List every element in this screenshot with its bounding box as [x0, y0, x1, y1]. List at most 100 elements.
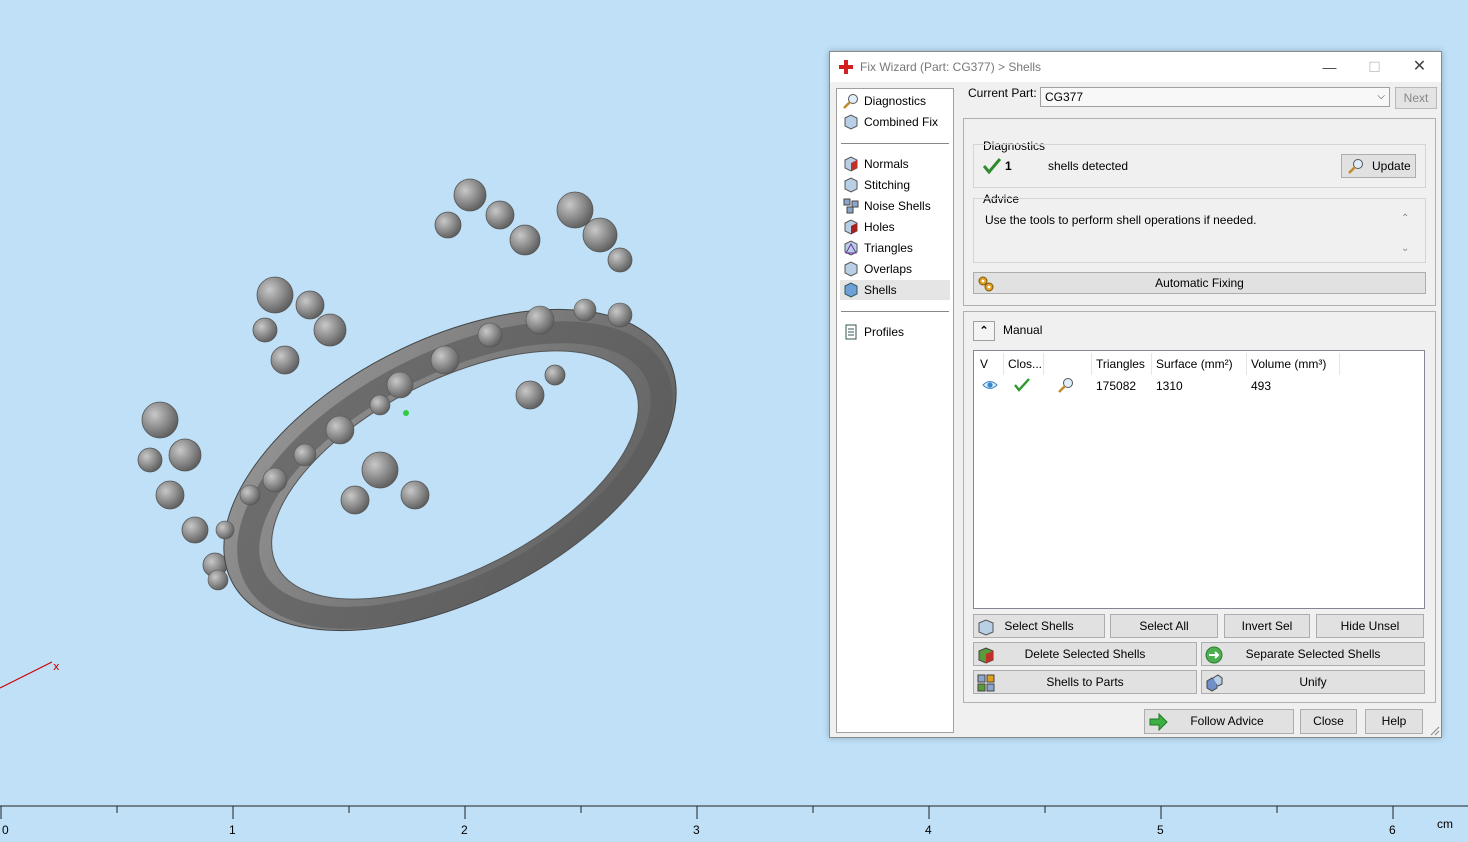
- advice-box: [973, 198, 1426, 263]
- column-header-visible[interactable]: V: [976, 353, 1004, 375]
- chevron-down-icon: ⌵: [1377, 91, 1385, 102]
- nav-item-stitching[interactable]: Stitching: [840, 175, 950, 195]
- title-bar[interactable]: Fix Wizard (Part: CG377) > Shells — ☐ ✕: [830, 52, 1441, 82]
- cube-icon: [844, 114, 858, 130]
- holes-icon: [844, 219, 858, 235]
- current-part-select[interactable]: CG377 ⌵: [1040, 87, 1390, 107]
- window-title: Fix Wizard (Part: CG377) > Shells: [860, 60, 1042, 74]
- separate-selected-shells-button[interactable]: Separate Selected Shells: [1201, 642, 1425, 666]
- ruler-label: 3: [693, 823, 700, 837]
- button-label: Shells to Parts: [1046, 675, 1124, 689]
- button-label: Select Shells: [1004, 619, 1074, 633]
- minimize-button[interactable]: —: [1307, 52, 1352, 82]
- update-button[interactable]: Update: [1341, 154, 1416, 178]
- shells-icon: [844, 282, 858, 298]
- current-part-label: Current Part:: [968, 86, 1037, 100]
- magnifier-icon[interactable]: [1058, 377, 1074, 393]
- automatic-fixing-label: Automatic Fixing: [1155, 276, 1244, 290]
- button-label: Unify: [1299, 675, 1327, 689]
- nav-label: Shells: [864, 283, 897, 297]
- maximize-button[interactable]: ☐: [1352, 52, 1397, 82]
- nav-label: Combined Fix: [864, 115, 939, 129]
- profiles-icon: [845, 324, 857, 340]
- nav-divider: [841, 311, 949, 312]
- stitching-icon: [844, 177, 858, 193]
- ruler-label: 2: [461, 823, 468, 837]
- select-all-button[interactable]: Select All: [1110, 614, 1218, 638]
- next-button[interactable]: Next: [1395, 87, 1437, 109]
- ruler-label: 4: [925, 823, 932, 837]
- nav-label: Holes: [864, 220, 895, 234]
- help-button[interactable]: Help: [1365, 709, 1423, 734]
- shells-table[interactable]: V Clos... Triangles Surface (mm²) Volume…: [973, 350, 1425, 609]
- unify-icon: [1206, 674, 1223, 692]
- invert-selection-button[interactable]: Invert Sel: [1224, 614, 1310, 638]
- delete-selected-shells-button[interactable]: Delete Selected Shells: [973, 642, 1197, 666]
- nav-item-overlaps[interactable]: Overlaps: [840, 259, 950, 279]
- select-cube-icon: [978, 619, 994, 636]
- noise-shells-icon: [843, 198, 859, 214]
- column-header-inspect[interactable]: [1044, 353, 1092, 375]
- scroll-up-icon[interactable]: ⌃: [1401, 213, 1409, 224]
- hide-unselected-button[interactable]: Hide Unsel: [1316, 614, 1424, 638]
- manual-label: Manual: [1003, 323, 1043, 337]
- nav-label: Normals: [864, 157, 909, 171]
- volume-cell: 493: [1251, 379, 1272, 393]
- automatic-fixing-button[interactable]: Automatic Fixing: [973, 272, 1426, 294]
- triangles-cell: 175082: [1096, 379, 1137, 393]
- check-icon: [1014, 378, 1030, 392]
- close-window-button[interactable]: ✕: [1397, 52, 1442, 82]
- nav-item-profiles[interactable]: Profiles: [840, 322, 950, 342]
- collapse-button[interactable]: ⌃: [973, 321, 995, 341]
- nav-item-noise-shells[interactable]: Noise Shells: [840, 196, 950, 216]
- red-cross-icon: [839, 60, 853, 74]
- current-part-value: CG377: [1045, 90, 1084, 104]
- update-label: Update: [1372, 159, 1411, 173]
- eye-icon[interactable]: [982, 378, 998, 392]
- nav-label: Noise Shells: [864, 199, 931, 213]
- ruler-unit: cm: [1437, 817, 1453, 831]
- shells-count: 1: [1005, 159, 1012, 173]
- separate-shells-icon: [1205, 646, 1223, 664]
- button-label: Follow Advice: [1190, 714, 1264, 728]
- follow-advice-button[interactable]: Follow Advice: [1144, 709, 1294, 734]
- close-button[interactable]: Close: [1300, 709, 1357, 734]
- nav-label: Stitching: [864, 178, 911, 192]
- delete-shell-icon: [978, 647, 994, 664]
- nav-label: Profiles: [864, 325, 905, 339]
- nav-item-diagnostics[interactable]: Diagnostics: [840, 91, 950, 111]
- wizard-nav: Diagnostics Combined Fix Normals Stitchi…: [836, 88, 954, 733]
- nav-item-shells[interactable]: Shells: [840, 280, 950, 300]
- unify-button[interactable]: Unify: [1201, 670, 1425, 694]
- ruler-label: 5: [1157, 823, 1164, 837]
- select-shells-button[interactable]: Select Shells: [973, 614, 1105, 638]
- nav-label: Overlaps: [864, 262, 913, 276]
- shells-to-parts-button[interactable]: Shells to Parts: [973, 670, 1197, 694]
- magnifier-icon: [1348, 159, 1363, 174]
- nav-item-holes[interactable]: Holes: [840, 217, 950, 237]
- advice-text: Use the tools to perform shell operation…: [985, 213, 1257, 227]
- scroll-down-icon[interactable]: ⌄: [1401, 243, 1409, 254]
- surface-cell: 1310: [1156, 379, 1183, 393]
- column-header-closed[interactable]: Clos...: [1004, 353, 1044, 375]
- triangles-icon: [844, 240, 858, 256]
- arrow-right-icon: [1149, 712, 1168, 732]
- button-label: Delete Selected Shells: [1024, 647, 1146, 661]
- nav-label: Triangles: [864, 241, 913, 255]
- column-header-triangles[interactable]: Triangles: [1092, 353, 1152, 375]
- ruler-label: 6: [1389, 823, 1396, 837]
- magnifier-icon: [843, 94, 858, 109]
- overlaps-icon: [844, 261, 858, 277]
- resize-grip-icon[interactable]: [1430, 726, 1440, 736]
- column-header-volume[interactable]: Volume (mm³): [1247, 353, 1340, 375]
- column-header-surface[interactable]: Surface (mm²): [1152, 353, 1247, 375]
- nav-item-combined-fix[interactable]: Combined Fix: [840, 112, 950, 132]
- gears-icon: [978, 276, 994, 292]
- x-axis-label: x: [53, 660, 60, 673]
- nav-label: Diagnostics: [864, 94, 927, 108]
- nav-item-triangles[interactable]: Triangles: [840, 238, 950, 258]
- nav-item-normals[interactable]: Normals: [840, 154, 950, 174]
- shells-to-parts-icon: [977, 674, 995, 692]
- fix-wizard-dialog: Fix Wizard (Part: CG377) > Shells — ☐ ✕ …: [829, 51, 1442, 738]
- diagnostics-panel: Diagnostics 1 shells detected Update Adv…: [963, 118, 1436, 306]
